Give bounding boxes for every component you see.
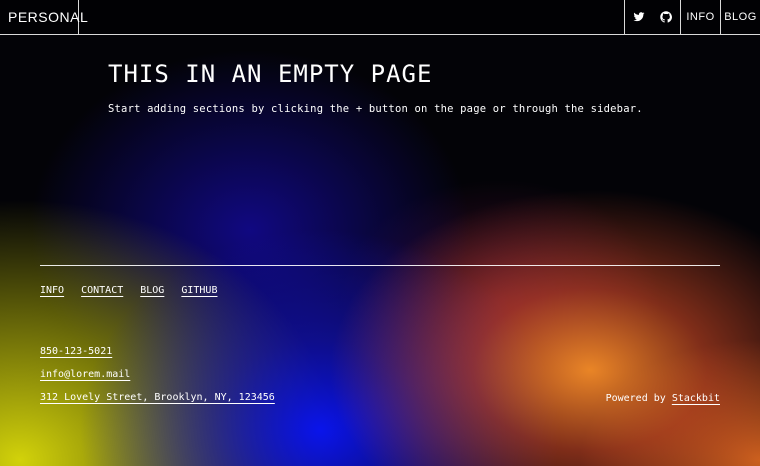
- site-brand[interactable]: PERSONAL: [0, 0, 88, 34]
- powered-by-text: Powered by: [605, 393, 666, 404]
- footer-link-github[interactable]: GITHUB: [181, 285, 217, 296]
- address-link[interactable]: 312 Lovely Street, Brooklyn, NY, 123456: [40, 392, 275, 403]
- site-header: PERSONAL INFO BLOG: [0, 0, 760, 35]
- footer-link-blog[interactable]: BLOG: [140, 285, 164, 296]
- twitter-icon: [633, 12, 644, 22]
- github-link[interactable]: [652, 0, 680, 34]
- header-spacer: [79, 0, 624, 34]
- footer-nav: INFO CONTACT BLOG GITHUB: [40, 285, 217, 296]
- footer-link-contact[interactable]: CONTACT: [81, 285, 123, 296]
- github-icon: [660, 11, 672, 23]
- powered-by: Powered by Stackbit: [606, 393, 720, 404]
- nav-info-link[interactable]: INFO: [680, 0, 720, 34]
- phone-link[interactable]: 850-123-5021: [40, 346, 275, 357]
- footer-divider: [40, 265, 720, 266]
- stackbit-link[interactable]: Stackbit: [672, 393, 720, 404]
- footer-contact: 850-123-5021 info@lorem.mail 312 Lovely …: [40, 346, 275, 403]
- twitter-link[interactable]: [624, 0, 652, 34]
- footer-link-info[interactable]: INFO: [40, 285, 64, 296]
- email-link[interactable]: info@lorem.mail: [40, 369, 275, 380]
- page-title: THIS IN AN EMPTY PAGE: [108, 60, 433, 88]
- nav-blog-link[interactable]: BLOG: [720, 0, 760, 34]
- page-subtitle: Start adding sections by clicking the + …: [108, 103, 643, 115]
